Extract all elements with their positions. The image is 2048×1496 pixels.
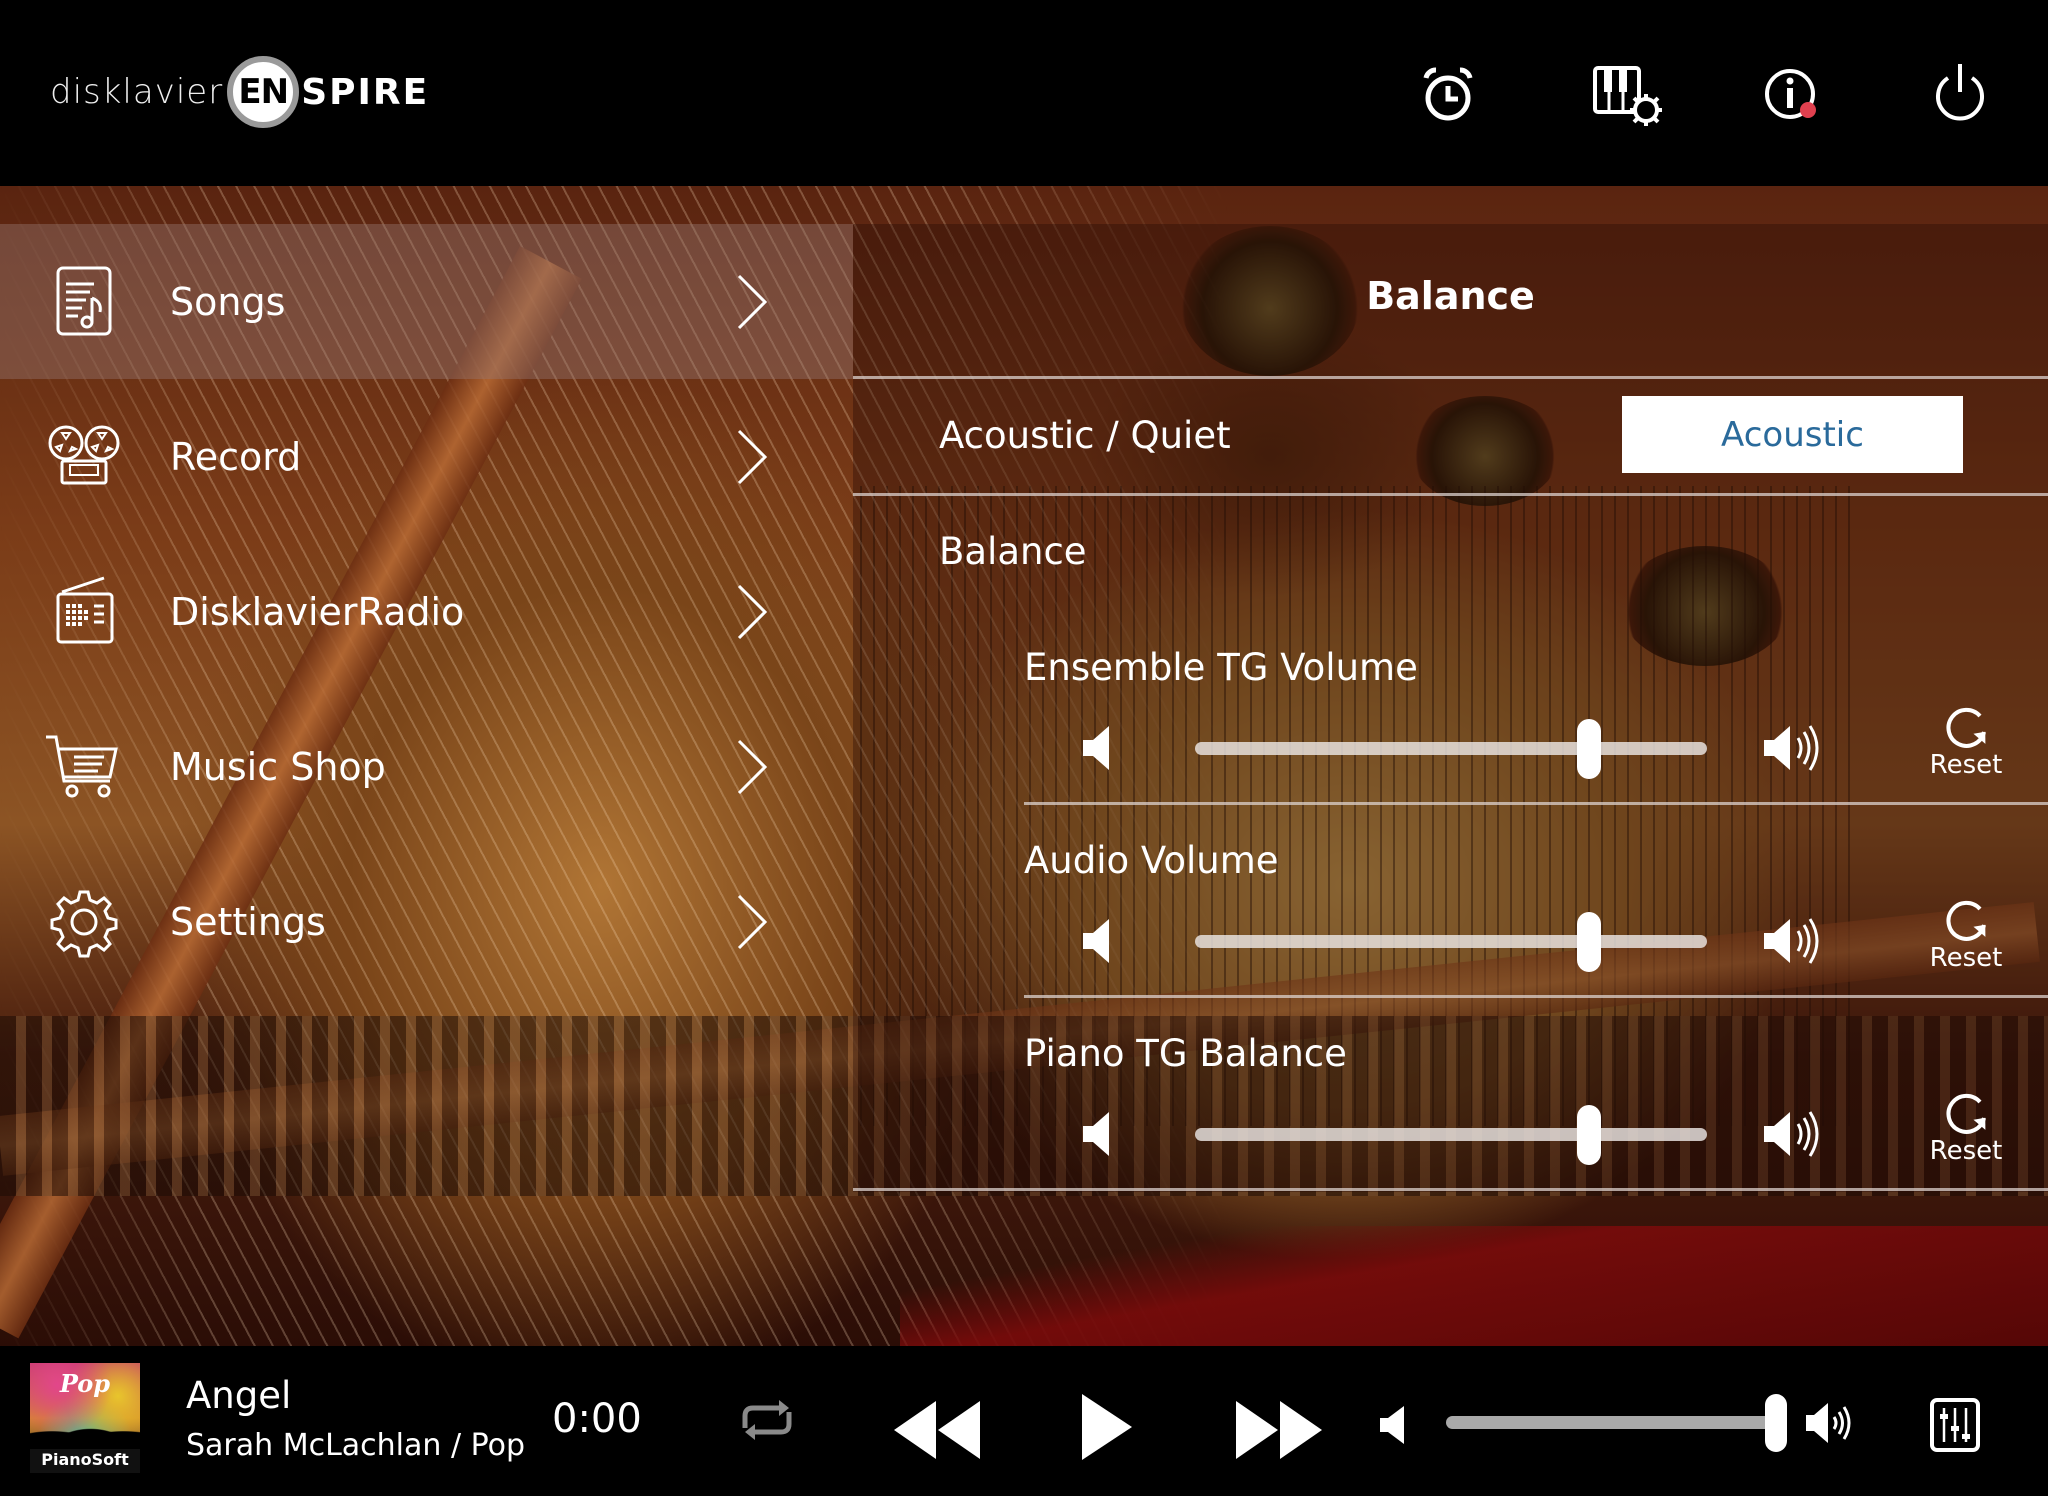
ensemble-tg-volume-row: Reset: [853, 707, 2048, 788]
logo-badge: EN: [227, 56, 300, 128]
volume-max-icon: [1804, 1401, 1852, 1445]
divider: [853, 1188, 2048, 1191]
sidebar-item-label: DisklavierRadio: [170, 589, 465, 634]
notification-dot: [1800, 102, 1816, 118]
album-crowd-image: [30, 1417, 140, 1451]
acoustic-quiet-toggle[interactable]: Acoustic: [1622, 396, 1963, 473]
fast-forward-button[interactable]: [1234, 1401, 1324, 1459]
mixer-button[interactable]: [1930, 1398, 1980, 1452]
divider: [853, 376, 2048, 379]
red-felt: [900, 1226, 2048, 1346]
info-icon: [1765, 69, 1815, 119]
sidebar-item-settings[interactable]: Settings: [0, 844, 853, 999]
reset-button[interactable]: Reset: [1916, 702, 2016, 780]
slider-thumb[interactable]: [1577, 912, 1602, 972]
reset-icon: [1946, 900, 1986, 941]
chevron-right-icon: [737, 894, 768, 949]
speaker-max-icon: [1760, 1104, 1824, 1164]
piano-settings-icon: [1593, 66, 1662, 126]
speaker-min-icon: [1077, 1104, 1127, 1164]
play-button[interactable]: [1080, 1394, 1134, 1460]
repeat-button[interactable]: [735, 1398, 799, 1442]
album-art[interactable]: Pop PianoSoft: [30, 1363, 140, 1473]
song-list-icon: [44, 262, 124, 342]
chevron-right-icon: [737, 429, 768, 484]
fast-forward-icon: [1236, 1401, 1322, 1459]
audio-volume-label: Audio Volume: [1024, 839, 1279, 882]
sidebar-item-label: Record: [170, 434, 302, 479]
gear-icon: [44, 882, 124, 962]
reset-label: Reset: [1929, 943, 2003, 973]
chevron-right-icon: [737, 274, 768, 329]
album-brand-text: PianoSoft: [30, 1449, 140, 1473]
song-title: Angel: [186, 1374, 292, 1417]
player-bar: Pop PianoSoft Angel Sarah McLachlan / Po…: [0, 1346, 2048, 1496]
rewind-icon: [894, 1401, 980, 1459]
slider-thumb[interactable]: [1577, 1105, 1602, 1165]
ensemble-tg-volume-label: Ensemble TG Volume: [1024, 646, 1418, 689]
slider-thumb[interactable]: [1577, 719, 1602, 779]
sidebar-item-label: Settings: [170, 899, 326, 944]
reset-label: Reset: [1929, 750, 2003, 780]
master-volume-slider[interactable]: [1446, 1394, 1787, 1452]
repeat-icon: [742, 1400, 792, 1440]
panel-title: Balance: [1366, 274, 1535, 318]
header-bar: disklavier EN SPIRE: [0, 0, 2048, 186]
timer-button[interactable]: [1418, 62, 1482, 126]
ensemble-tg-volume-slider[interactable]: [1195, 719, 1707, 779]
volume-min-icon: [1378, 1404, 1408, 1446]
chevron-right-icon: [737, 584, 768, 639]
chevron-right-icon: [737, 739, 768, 794]
piano-tg-balance-label: Piano TG Balance: [1024, 1032, 1347, 1075]
reset-icon: [1946, 1093, 1986, 1134]
reset-icon: [1946, 707, 1986, 748]
volume-slider-thumb[interactable]: [1765, 1394, 1787, 1452]
balance-section-label: Balance: [939, 530, 1087, 573]
audio-volume-slider[interactable]: [1195, 912, 1707, 972]
audio-volume-row: Reset: [853, 900, 2048, 981]
power-button[interactable]: [1928, 62, 1992, 126]
logo-suffix: SPIRE: [301, 71, 430, 113]
logo-prefix: disklavier: [50, 72, 224, 112]
reset-button[interactable]: Reset: [1916, 895, 2016, 973]
radio-icon: [44, 572, 124, 652]
play-icon: [1082, 1394, 1132, 1460]
info-button[interactable]: [1760, 62, 1824, 126]
sidebar-item-music-shop[interactable]: Music Shop: [0, 689, 853, 844]
divider: [1024, 802, 2048, 805]
speaker-min-icon: [1077, 718, 1127, 778]
mixer-icon: [1930, 1398, 1980, 1452]
disklavier-enspire-logo: disklavier EN SPIRE: [50, 52, 429, 132]
reset-label: Reset: [1929, 1136, 2003, 1166]
shopping-cart-icon: [44, 727, 124, 807]
sidebar-item-label: Music Shop: [170, 744, 386, 789]
rewind-button[interactable]: [892, 1401, 982, 1459]
piano-tg-balance-row: Reset: [853, 1093, 2048, 1174]
elapsed-time: 0:00: [552, 1396, 642, 1442]
acoustic-quiet-label: Acoustic / Quiet: [939, 414, 1231, 457]
divider: [1024, 995, 2048, 998]
sidebar-item-disklavierradio[interactable]: DisklavierRadio: [0, 534, 853, 689]
piano-tg-balance-slider[interactable]: [1195, 1105, 1707, 1165]
tape-reel-icon: [44, 417, 124, 497]
sidebar-item-label: Songs: [170, 279, 286, 324]
speaker-min-icon: [1077, 911, 1127, 971]
sidebar-item-songs[interactable]: Songs: [0, 224, 853, 379]
album-genre-text: Pop: [59, 1369, 111, 1398]
reset-button[interactable]: Reset: [1916, 1088, 2016, 1166]
sidebar-item-record[interactable]: Record: [0, 379, 853, 534]
song-artist-genre: Sarah McLachlan / Pop: [186, 1428, 526, 1463]
power-icon: [1936, 64, 1984, 121]
alarm-clock-icon: [1423, 67, 1473, 121]
speaker-max-icon: [1760, 718, 1824, 778]
piano-settings-button[interactable]: [1592, 62, 1664, 126]
balance-panel: Balance Acoustic / Quiet Acoustic Balanc…: [853, 224, 2048, 1192]
speaker-max-icon: [1760, 911, 1824, 971]
divider: [853, 493, 2048, 496]
